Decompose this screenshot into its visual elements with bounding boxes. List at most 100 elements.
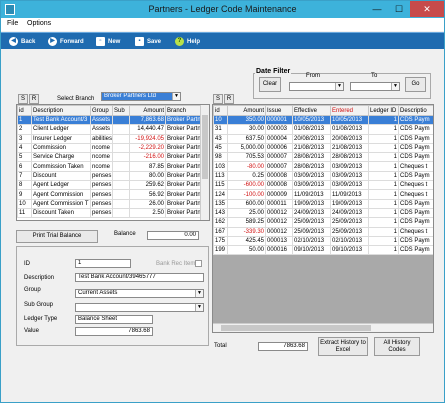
table-row[interactable]: 167 -339.30 000012 25/09/2013 25/09/2013 1 Che…: [213, 226, 433, 237]
tab-s-right[interactable]: S: [213, 94, 223, 104]
forward-button[interactable]: ▶ Forward: [48, 36, 84, 47]
col-header-group[interactable]: Group: [90, 105, 113, 116]
balance-label: Balance: [114, 231, 136, 237]
cell-desc: CDS Paym: [398, 245, 433, 256]
table-row[interactable]: 4 Commission ncome -2,229.20 Broker Partn: [17, 142, 202, 154]
new-button[interactable]: ▫ New: [96, 36, 120, 47]
col-header-description[interactable]: Description: [31, 105, 91, 116]
menu-options[interactable]: Options: [27, 20, 51, 27]
history-grid-hscrollbar[interactable]: [213, 323, 433, 332]
to-date-select[interactable]: ▼: [350, 82, 400, 91]
main-window: Partners - Ledger Code Maintenance — ☐ ✕…: [0, 0, 445, 403]
cell-effective: 19/09/2013: [292, 198, 331, 209]
cell-desc: Cheques t: [398, 161, 433, 172]
cell-branch: Broker Partn: [165, 152, 202, 163]
close-button[interactable]: ✕: [410, 1, 444, 17]
col-header-description[interactable]: Descriptio: [398, 105, 433, 116]
from-date-select[interactable]: ▼: [289, 82, 344, 91]
tab-r-right[interactable]: R: [224, 94, 234, 104]
col-header-issue[interactable]: Issue: [265, 105, 293, 116]
table-row[interactable]: 135 600.00 000011 19/09/2013 19/09/2013 1 CDS …: [213, 198, 433, 209]
all-history-codes-button[interactable]: All History Codes: [374, 337, 420, 356]
table-row[interactable]: 10 Agent Commission Tpenses 26.00 Broker Pa…: [17, 198, 202, 209]
tab-r-left[interactable]: R: [29, 94, 39, 104]
history-grid-scroll-thumb[interactable]: [221, 325, 371, 331]
save-disk-icon: ▪: [135, 37, 144, 46]
cell-id: 124: [213, 189, 228, 200]
select-branch-label: Select Branch: [57, 96, 95, 102]
tab-s-left[interactable]: S: [18, 94, 28, 104]
table-row[interactable]: 43 637.50 000004 20/08/2013 20/08/2013 1 CDS P…: [213, 133, 433, 144]
table-row[interactable]: 115 -600.00 000008 03/09/2013 03/09/2013 1 Che…: [213, 180, 433, 191]
table-row[interactable]: 1 Test Bank Account/3 Assets 7,863.68 Broker…: [17, 114, 202, 126]
table-row[interactable]: 9 Agent Commission penses 56.92 Broker Partn: [17, 189, 202, 200]
maximize-button[interactable]: ☐: [388, 1, 410, 17]
table-row[interactable]: 2 Client Ledger Assets 14,440.47 Broker Part…: [17, 124, 202, 135]
table-row[interactable]: 162 589.25 000012 25/09/2013 25/09/2013 1 CDS …: [213, 217, 433, 228]
id-field[interactable]: 1: [75, 259, 131, 268]
minimize-button[interactable]: —: [366, 1, 388, 17]
value-field[interactable]: 7863.68: [75, 327, 153, 336]
table-row[interactable]: 103 -80.00 000007 28/08/2013 03/09/2013 1 Cheq…: [213, 161, 433, 172]
cell-entered: 28/08/2013: [330, 152, 369, 163]
cell-id: 9: [17, 189, 32, 200]
col-header-id[interactable]: id: [213, 105, 228, 116]
cell-sub: [112, 207, 130, 219]
table-row[interactable]: 5 Service Charge ncome -216.00 Broker Partn: [17, 152, 202, 163]
extract-history-button[interactable]: Extract History to Excel: [318, 337, 368, 356]
cell-id: 2: [17, 124, 32, 135]
clear-button[interactable]: Clear: [259, 77, 281, 92]
col-header-id[interactable]: id: [17, 105, 32, 116]
back-arrow-icon: ◀: [9, 37, 18, 46]
cell-ledger: 1: [368, 235, 399, 247]
ledger-grid-scrollbar[interactable]: [200, 105, 209, 220]
group-select[interactable]: Current Assets ▼: [75, 289, 204, 298]
table-row[interactable]: 3 Insurer Ledger abilities -19,924.05 Broker…: [17, 133, 202, 144]
table-row[interactable]: 199 50.00 000016 09/10/2013 09/10/2013 1 CDS P…: [213, 245, 433, 256]
table-row[interactable]: 8 Agent Ledger penses 259.62 Broker Partn: [17, 180, 202, 191]
col-header-entered[interactable]: Entered: [330, 105, 369, 116]
table-row[interactable]: 175 425.45 000013 02/10/2013 02/10/2013 1 CDS …: [213, 235, 433, 247]
table-row[interactable]: 143 25.00 000012 24/09/2013 24/09/2013 1 CDS P…: [213, 207, 433, 219]
cell-effective: 01/08/2013: [292, 124, 331, 135]
cell-amount: 87.85: [129, 161, 166, 172]
table-row[interactable]: 113 0.25 000008 03/09/2013 03/09/2013 1 CDS Pa…: [213, 170, 433, 182]
go-button[interactable]: Go: [405, 77, 426, 92]
menu-file[interactable]: File: [7, 20, 18, 27]
table-row[interactable]: 124 -100.00 000009 11/09/2013 11/09/2013 1 Che…: [213, 189, 433, 200]
col-header-branch[interactable]: Branch: [165, 105, 202, 116]
col-header-ledger-id[interactable]: Ledger ID: [368, 105, 399, 116]
table-row[interactable]: 45 5,000.00 000006 21/08/2013 21/08/2013 1 CDS…: [213, 142, 433, 154]
sub-group-select[interactable]: ▼: [75, 303, 204, 312]
back-button[interactable]: ◀ Back: [9, 36, 35, 47]
col-header-sub[interactable]: Sub: [112, 105, 130, 116]
balance-field[interactable]: 0.00: [147, 231, 199, 240]
cell-desc: Insurer Ledger: [31, 133, 91, 144]
table-row[interactable]: 31 30.00 000003 01/08/2013 01/08/2013 1 CDS Pa…: [213, 124, 433, 135]
branch-select[interactable]: Broker Partners Ltd ▼: [101, 92, 181, 101]
col-header-amount[interactable]: Amount: [129, 105, 166, 116]
help-button[interactable]: ? Help: [175, 36, 200, 47]
cell-ledger: 1: [368, 114, 399, 126]
table-row[interactable]: 11 Discount Taken penses 2.50 Broker Partn: [17, 207, 202, 219]
table-row[interactable]: 6 Commission Taken ncome 87.85 Broker Partn: [17, 161, 202, 172]
ledger-grid-scroll-thumb[interactable]: [202, 115, 208, 179]
col-header-amount[interactable]: Amount: [227, 105, 266, 116]
chevron-down-icon: ▼: [335, 83, 343, 90]
bank-rec-item-checkbox[interactable]: [195, 260, 202, 267]
save-button[interactable]: ▪ Save: [135, 36, 161, 47]
cell-issue: 000009: [265, 189, 293, 200]
back-label: Back: [21, 38, 36, 45]
cell-issue: 000011: [265, 198, 293, 209]
table-row[interactable]: 7 Discount penses 80.00 Broker Partn: [17, 170, 202, 182]
description-field[interactable]: Test Bank Account/39465777: [75, 273, 204, 282]
table-row[interactable]: 98 705.53 000007 28/08/2013 28/08/2013 1 CDS P…: [213, 152, 433, 163]
total-field[interactable]: 7863.68: [258, 342, 308, 351]
table-row[interactable]: 10 350.00 000001 10/05/2013 10/05/2013 1 CDS P…: [213, 114, 433, 126]
cell-amount: 26.00: [129, 198, 166, 209]
print-trial-balance-button[interactable]: Print Trial Balance: [16, 230, 98, 243]
cell-sub: [112, 124, 130, 135]
col-header-effective[interactable]: Effective: [292, 105, 331, 116]
cell-effective: 28/08/2013: [292, 161, 331, 172]
ledger-type-field[interactable]: Balance Sheet: [75, 315, 153, 324]
